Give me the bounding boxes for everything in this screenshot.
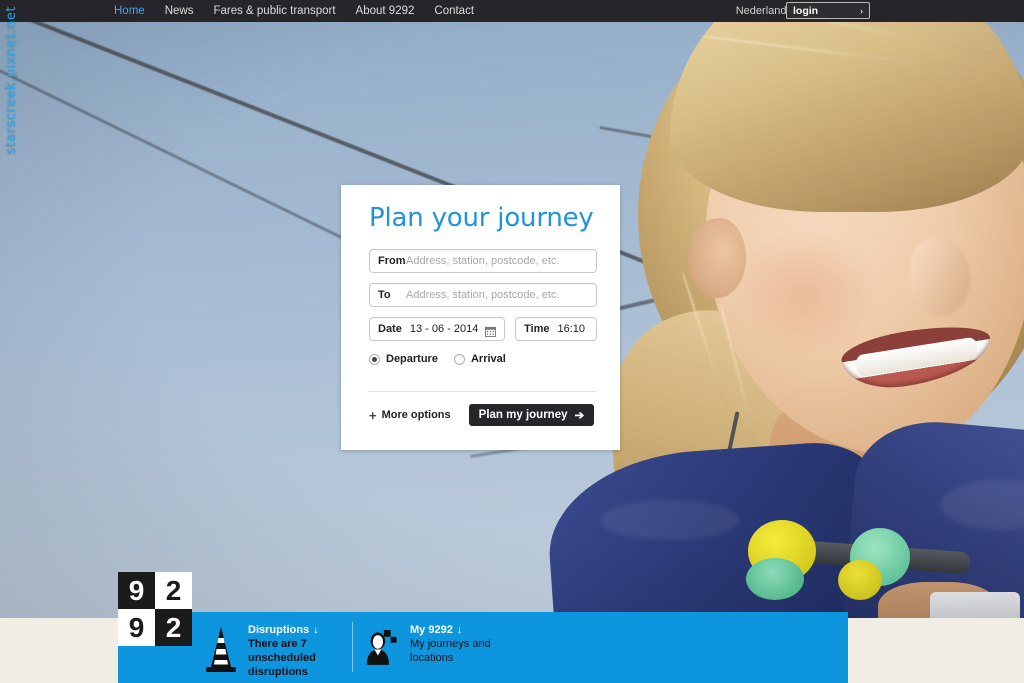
user-profile-icon [366,623,400,669]
more-options-label: More options [381,409,451,421]
disruptions-title-row: Disruptions ↓ [248,623,352,637]
calendar-icon[interactable] [485,324,496,337]
time-value: 16:10 [557,323,586,335]
my-9292-body: My journeys and locations [410,638,491,664]
card-footer: + More options Plan my journey ➔ [369,404,598,426]
from-label: From [378,255,406,267]
radio-arrival[interactable]: Arrival [453,353,506,365]
time-label: Time [524,323,550,335]
card-divider [369,391,597,392]
logo-9292[interactable]: 9 2 9 2 [118,572,192,646]
nav-item-contact[interactable]: Contact [434,0,474,22]
to-placeholder: Address, station, postcode, etc. [406,289,560,301]
nav-item-home[interactable]: Home [114,0,145,22]
more-options-button[interactable]: + More options [369,409,451,422]
radio-departure[interactable]: Departure [369,353,438,365]
to-label: To [378,289,391,301]
logo-cell-4: 2 [155,609,192,646]
logo-cell-1: 9 [118,572,155,609]
radio-arrival-label: Arrival [470,353,506,365]
date-label: Date [378,323,402,335]
logo-cell-2: 2 [155,572,192,609]
plan-my-journey-button[interactable]: Plan my journey ➔ [468,404,595,426]
disruptions-body: There are 7 unscheduled disruptions [248,638,316,678]
disruptions-text: Disruptions ↓ There are 7 unscheduled di… [248,623,352,679]
primary-nav: Home News Fares & public transport About… [114,0,474,22]
radio-departure-dot [369,353,380,365]
top-navigation-bar: Home News Fares & public transport About… [0,0,1024,22]
radio-arrival-dot [453,353,465,365]
traffic-cone-icon [204,623,238,679]
language-selector[interactable]: Nederlands [736,5,792,17]
plan-my-journey-label: Plan my journey [478,409,568,421]
my-9292-title-row: My 9292 ↓ [410,623,514,637]
disruptions-title: Disruptions [248,624,310,636]
nav-item-fares-public-transport[interactable]: Fares & public transport [213,0,335,22]
date-time-row: Date 13 - 06 - 2014 Time 16:10 [369,317,598,341]
from-placeholder: Address, station, postcode, etc. [406,255,560,267]
bottom-info-bar: Disruptions ↓ There are 7 unscheduled di… [118,612,848,683]
date-value: 13 - 06 - 2014 [409,323,479,335]
watermark-text: starscreek.pixnet.net [4,6,19,155]
from-field[interactable]: From Address, station, postcode, etc. [369,249,597,273]
login-button-label: login [793,4,819,17]
arrow-down-icon: ↓ [456,624,463,636]
logo-cell-3: 9 [118,609,155,646]
nav-item-news[interactable]: News [165,0,194,22]
journey-planner-card: Plan your journey From Address, station,… [341,185,620,450]
my-9292-panel[interactable]: My 9292 ↓ My journeys and locations [352,612,514,672]
arrow-down-icon: ↓ [313,624,319,636]
nav-item-about-9292[interactable]: About 9292 [356,0,415,22]
page-root: Home News Fares & public transport About… [0,0,1024,683]
departure-arrival-radio-group: Departure Arrival [369,353,598,365]
time-field[interactable]: Time 16:10 [515,317,597,341]
my-9292-text: My 9292 ↓ My journeys and locations [410,623,514,669]
panel-divider [352,622,353,672]
arrow-right-icon: ➔ [574,410,585,422]
plus-icon: + [369,407,377,423]
date-field[interactable]: Date 13 - 06 - 2014 [369,317,505,341]
radio-departure-label: Departure [386,353,438,365]
page-title: Plan your journey [369,203,594,233]
chevron-right-icon: › [860,5,863,16]
my-9292-title: My 9292 [410,624,453,636]
login-button[interactable]: login › [786,2,870,19]
to-field[interactable]: To Address, station, postcode, etc. [369,283,597,307]
disruptions-panel[interactable]: Disruptions ↓ There are 7 unscheduled di… [204,612,352,679]
